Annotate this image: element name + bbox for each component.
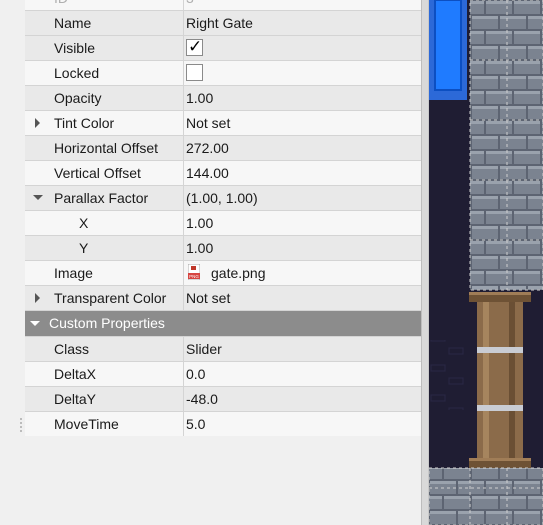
property-row-parallax-x[interactable]: X 1.00	[25, 211, 421, 236]
vertical-offset-value[interactable]: 144.00	[186, 165, 229, 181]
map-canvas[interactable]	[429, 0, 543, 525]
locked-checkbox[interactable]	[186, 64, 203, 81]
png-label: PNG	[189, 274, 199, 279]
property-row-vertical-offset[interactable]: Vertical Offset 144.00	[25, 161, 421, 186]
property-row-visible[interactable]: Visible ✓	[25, 36, 421, 61]
property-row-horizontal-offset[interactable]: Horizontal Offset 272.00	[25, 136, 421, 161]
expand-arrow-icon[interactable]	[35, 293, 40, 303]
property-label: DeltaX	[54, 366, 97, 382]
property-row-opacity[interactable]: Opacity 1.00	[25, 86, 421, 111]
property-row-name[interactable]: Name Right Gate	[25, 11, 421, 36]
left-gutter	[0, 0, 26, 525]
property-row-deltay[interactable]: DeltaY -48.0	[25, 387, 421, 412]
gate-object[interactable]	[469, 292, 531, 468]
collapse-arrow-icon[interactable]	[30, 321, 40, 326]
parallax-x-value[interactable]: 1.00	[186, 215, 213, 231]
png-file-icon: PNG	[188, 264, 200, 280]
property-label: MoveTime	[54, 416, 119, 432]
selected-object-blue	[434, 0, 462, 91]
property-label: Opacity	[54, 90, 102, 106]
panel-splitter[interactable]	[421, 0, 429, 525]
property-row-movetime[interactable]: MoveTime 5.0	[25, 412, 421, 437]
dark-wall-tiles	[429, 340, 469, 410]
property-row-id[interactable]: ID 3	[25, 0, 421, 11]
image-value[interactable]: gate.png	[211, 265, 266, 281]
horizontal-offset-value[interactable]: 272.00	[186, 140, 229, 156]
tint-color-value[interactable]: Not set	[186, 115, 230, 131]
property-label: Name	[54, 15, 92, 31]
property-row-parallax-y[interactable]: Y 1.00	[25, 236, 421, 261]
property-label: X	[79, 215, 89, 231]
checkmark-icon: ✓	[188, 37, 203, 57]
property-label: Locked	[54, 65, 100, 81]
property-row-parallax-factor[interactable]: Parallax Factor (1.00, 1.00)	[25, 186, 421, 211]
visible-checkbox[interactable]: ✓	[186, 37, 203, 57]
property-row-locked[interactable]: Locked	[25, 61, 421, 86]
movetime-value[interactable]: 5.0	[186, 416, 205, 432]
parallax-y-value[interactable]: 1.00	[186, 240, 213, 256]
property-label: DeltaY	[54, 391, 97, 407]
property-label: Visible	[54, 40, 95, 56]
property-label: ID	[54, 0, 68, 6]
collapse-arrow-icon[interactable]	[33, 195, 43, 200]
property-label: Y	[79, 240, 89, 256]
property-label: Transparent Color	[54, 290, 167, 306]
property-label: Parallax Factor	[54, 190, 149, 206]
property-row-image[interactable]: Image PNG gate.png	[25, 261, 421, 286]
property-label: Class	[54, 341, 90, 357]
expand-arrow-icon[interactable]	[35, 118, 40, 128]
property-row-deltax[interactable]: DeltaX 0.0	[25, 362, 421, 387]
deltay-value[interactable]: -48.0	[186, 391, 218, 407]
property-label: Tint Color	[54, 115, 115, 131]
properties-empty-area	[25, 436, 421, 525]
properties-panel: ID 3 Name Right Gate Visible ✓ Locked Op…	[25, 0, 421, 437]
property-label: Vertical Offset	[54, 165, 141, 181]
deltax-value[interactable]: 0.0	[186, 366, 205, 382]
property-row-class[interactable]: Class Slider	[25, 337, 421, 362]
parallax-factor-value: (1.00, 1.00)	[186, 190, 258, 206]
stone-floor-tiles	[429, 468, 543, 525]
property-row-tint-color[interactable]: Tint Color Not set	[25, 111, 421, 136]
group-title: Custom Properties	[49, 315, 165, 331]
transparent-color-value[interactable]: Not set	[186, 290, 230, 306]
name-value[interactable]: Right Gate	[186, 15, 253, 31]
property-value: 3	[186, 0, 194, 6]
class-value[interactable]: Slider	[186, 341, 222, 357]
opacity-value[interactable]: 1.00	[186, 90, 213, 106]
property-label: Horizontal Offset	[54, 140, 159, 156]
custom-properties-header[interactable]: Custom Properties	[25, 311, 421, 337]
splitter-grip[interactable]	[20, 418, 22, 432]
property-label: Image	[54, 265, 93, 281]
property-row-transparent-color[interactable]: Transparent Color Not set	[25, 286, 421, 311]
map-view	[429, 0, 543, 525]
